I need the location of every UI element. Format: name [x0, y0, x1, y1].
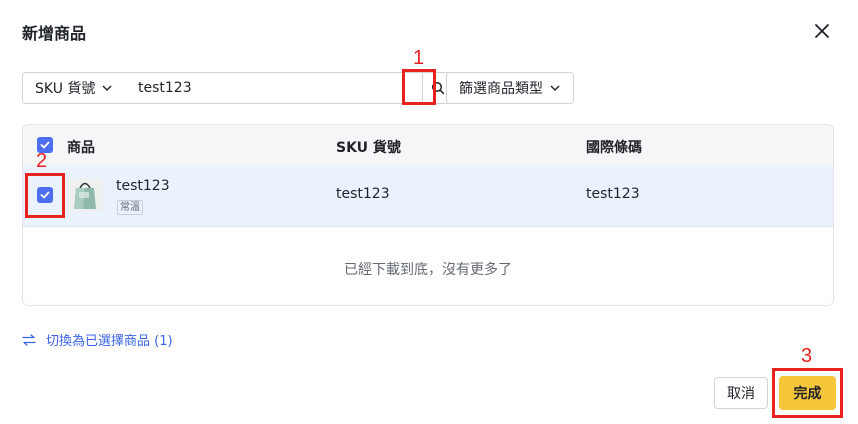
annotation-box-1 — [402, 69, 436, 105]
search-bar: SKU 貨號 — [22, 72, 454, 104]
product-type-filter-button[interactable]: 篩選商品類型 — [446, 72, 574, 104]
search-field-select-label: SKU 貨號 — [35, 81, 96, 97]
end-of-list-text: 已經下載到底，沒有更多了 — [344, 262, 512, 278]
column-header-product: 商品 — [67, 140, 95, 156]
switch-to-selected-link[interactable]: 切換為已選擇商品 (1) — [22, 330, 173, 349]
chevron-down-icon — [102, 85, 112, 91]
switch-to-selected-label: 切換為已選擇商品 (1) — [46, 334, 173, 349]
cancel-button[interactable]: 取消 — [714, 377, 768, 409]
search-input[interactable] — [126, 72, 422, 104]
annotation-box-3 — [772, 368, 843, 418]
column-header-sku: SKU 貨號 — [336, 140, 401, 156]
sku-cell: test123 — [336, 186, 390, 202]
product-name: test123 — [116, 178, 170, 194]
close-icon — [815, 24, 829, 38]
chevron-down-icon — [550, 85, 560, 91]
close-button[interactable] — [811, 20, 833, 42]
annotation-box-2 — [25, 173, 65, 218]
shopping-bag-icon — [74, 182, 96, 209]
annotation-number-3: 3 — [801, 345, 813, 367]
annotation-number-1: 1 — [413, 47, 425, 69]
table-header: 商品 SKU 貨號 國際條碼 — [23, 125, 833, 166]
dialog-title: 新增商品 — [22, 24, 87, 43]
barcode-cell: test123 — [586, 186, 640, 202]
product-table: 商品 SKU 貨號 國際條碼 test123 常溫 test123 test12… — [22, 124, 834, 306]
table-row[interactable]: test123 常溫 test123 test123 — [23, 165, 833, 227]
filter-label: 篩選商品類型 — [459, 81, 543, 97]
add-product-dialog: 新增商品 SKU 貨號 1 篩選商品類型 商品 SKU 貨號 國際條碼 — [0, 0, 858, 424]
column-header-barcode: 國際條碼 — [586, 140, 642, 156]
search-field-select[interactable]: SKU 貨號 — [22, 72, 127, 104]
storage-tag: 常溫 — [117, 200, 143, 215]
swap-icon — [22, 333, 36, 346]
annotation-number-2: 2 — [36, 150, 48, 172]
product-thumbnail — [67, 178, 103, 212]
